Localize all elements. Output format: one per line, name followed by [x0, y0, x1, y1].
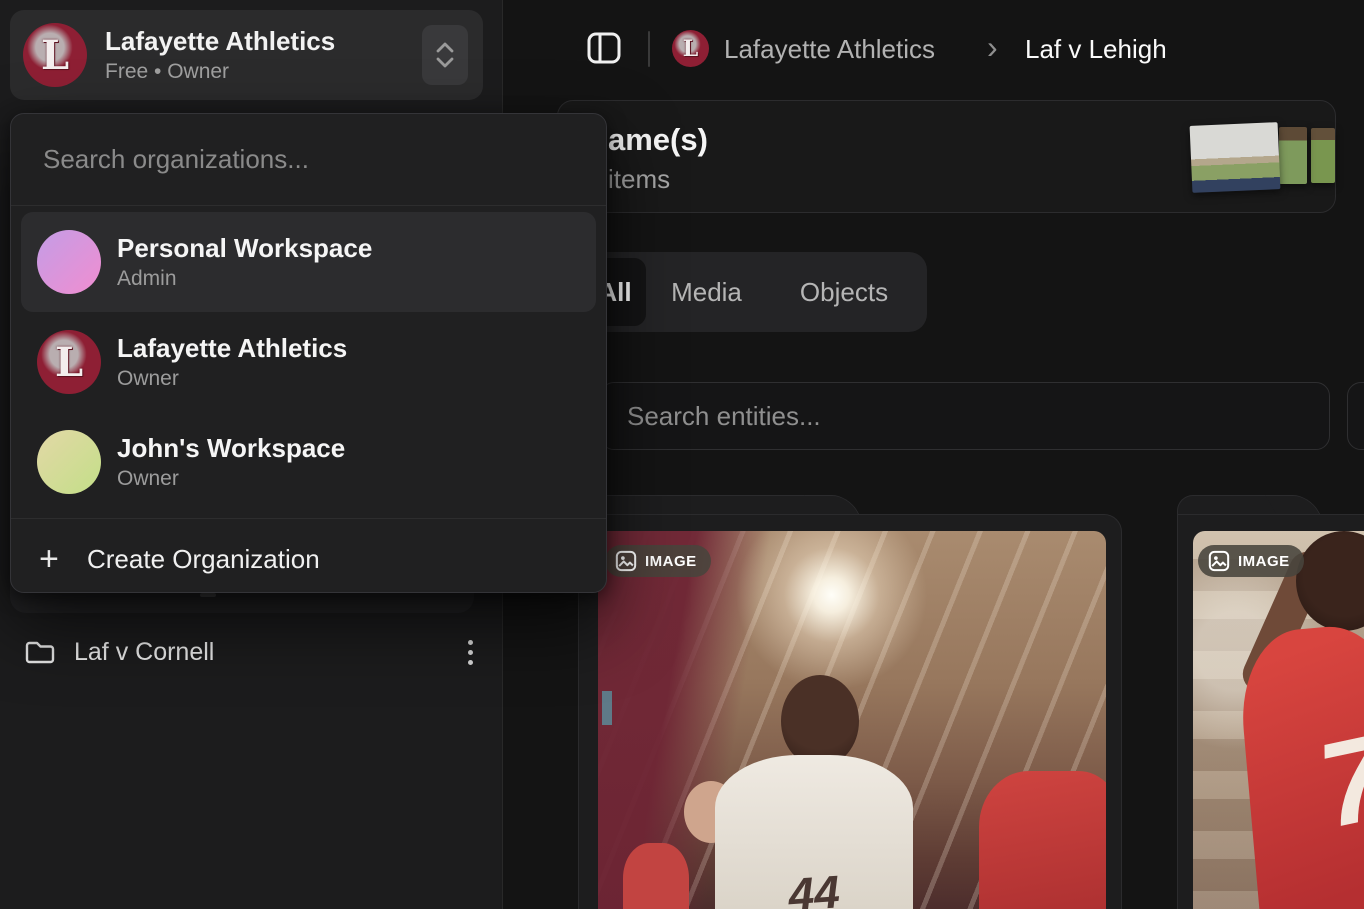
topbar: L Lafayette Athletics › Laf v Lehigh: [504, 0, 1364, 100]
thumbnail-image: [1311, 128, 1335, 183]
org-item-role: Owner: [117, 365, 347, 393]
collection-item-count: items: [608, 163, 708, 195]
basketball-photo: 44: [598, 531, 1106, 909]
org-item-texts: John's Workspace Owner: [117, 431, 345, 493]
entity-card[interactable]: 44 IMAGE: [578, 495, 1122, 909]
sidebar-toggle-button[interactable]: [584, 28, 624, 68]
jersey-number: 44: [786, 865, 841, 909]
card-folder-tab: [578, 495, 828, 515]
tab-media[interactable]: Media: [646, 258, 767, 326]
org-item-texts: Personal Workspace Admin: [117, 231, 372, 293]
search-adjacent-button[interactable]: [1347, 382, 1364, 450]
chevron-up-down-glyph: [431, 38, 459, 72]
org-plan-role: Free • Owner: [105, 59, 335, 85]
workspace-avatar: [37, 230, 101, 294]
org-item-name: John's Workspace: [117, 431, 345, 465]
jersey-number: 7: [1310, 715, 1364, 846]
org-item-role: Owner: [117, 465, 345, 493]
folder-label: Laf v Cornell: [74, 638, 450, 667]
badge-label: IMAGE: [645, 553, 697, 570]
org-list: Personal Workspace Admin L Lafayette Ath…: [11, 206, 606, 512]
chevron-up-down-icon[interactable]: [422, 25, 468, 85]
breadcrumb-chevron-icon: ›: [987, 28, 998, 66]
breadcrumb-org[interactable]: Lafayette Athletics: [724, 32, 935, 66]
image-type-badge: IMAGE: [1198, 545, 1304, 577]
org-item-role: Admin: [117, 265, 372, 293]
badge-label: IMAGE: [1238, 553, 1290, 570]
org-logo-avatar: L: [37, 330, 101, 394]
photo-detail: 7: [1235, 620, 1364, 909]
image-icon: [615, 550, 637, 572]
topbar-divider: [648, 31, 650, 67]
photo-detail: [979, 771, 1106, 909]
breadcrumb-org-logo: L: [672, 30, 709, 67]
sidebar-item-laf-v-cornell[interactable]: Laf v Cornell: [6, 624, 496, 680]
image-icon: [1208, 550, 1230, 572]
org-switcher-texts: Lafayette Athletics Free • Owner: [105, 25, 335, 85]
plus-icon: +: [39, 537, 83, 581]
org-search-input[interactable]: [11, 114, 606, 205]
org-switcher-button[interactable]: L Lafayette Athletics Free • Owner: [10, 10, 483, 100]
org-item-name: Lafayette Athletics: [117, 331, 347, 365]
photo-detail: [623, 843, 689, 909]
org-item-personal-workspace[interactable]: Personal Workspace Admin: [21, 212, 596, 312]
workspace-avatar: [37, 430, 101, 494]
org-switcher-dropdown: Personal Workspace Admin L Lafayette Ath…: [10, 113, 607, 593]
org-item-lafayette-athletics[interactable]: L Lafayette Athletics Owner: [21, 312, 596, 412]
search-input[interactable]: [600, 382, 1330, 450]
image-type-badge: IMAGE: [605, 545, 711, 577]
entity-photo[interactable]: 44: [598, 531, 1106, 909]
photo-detail: [781, 675, 859, 767]
collection-header-texts: ame(s) items: [608, 121, 708, 195]
create-organization-button[interactable]: + Create Organization: [11, 519, 606, 599]
panel-left-icon: [586, 30, 622, 66]
collection-title: ame(s): [608, 121, 708, 159]
create-organization-label: Create Organization: [87, 544, 320, 575]
org-item-texts: Lafayette Athletics Owner: [117, 331, 347, 393]
entity-photo[interactable]: 7: [1193, 531, 1364, 909]
kebab-menu-icon[interactable]: [450, 632, 490, 672]
entity-type-tabs: All Media Objects: [578, 252, 927, 332]
org-item-name: Personal Workspace: [117, 231, 372, 265]
photo-detail: [602, 691, 612, 725]
breadcrumb-page: Laf v Lehigh: [1025, 32, 1167, 66]
app-screen: L Lafayette Athletics Free • Owner Laf v…: [0, 0, 1364, 909]
basketball-photo: 7: [1193, 531, 1364, 909]
collection-thumbnail-stack: [1191, 123, 1341, 193]
org-item-johns-workspace[interactable]: John's Workspace Owner: [21, 412, 596, 512]
folder-icon: [24, 638, 56, 666]
org-name: Lafayette Athletics: [105, 25, 335, 57]
thumbnail-image: [1279, 127, 1307, 184]
photo-detail: 44: [715, 755, 913, 909]
collection-header-card[interactable]: ame(s) items: [557, 100, 1336, 213]
org-logo-avatar: L: [23, 23, 87, 87]
thumbnail-image: [1190, 122, 1281, 193]
entity-card[interactable]: 7 IMAGE: [1177, 495, 1364, 909]
tab-objects[interactable]: Objects: [767, 258, 921, 326]
